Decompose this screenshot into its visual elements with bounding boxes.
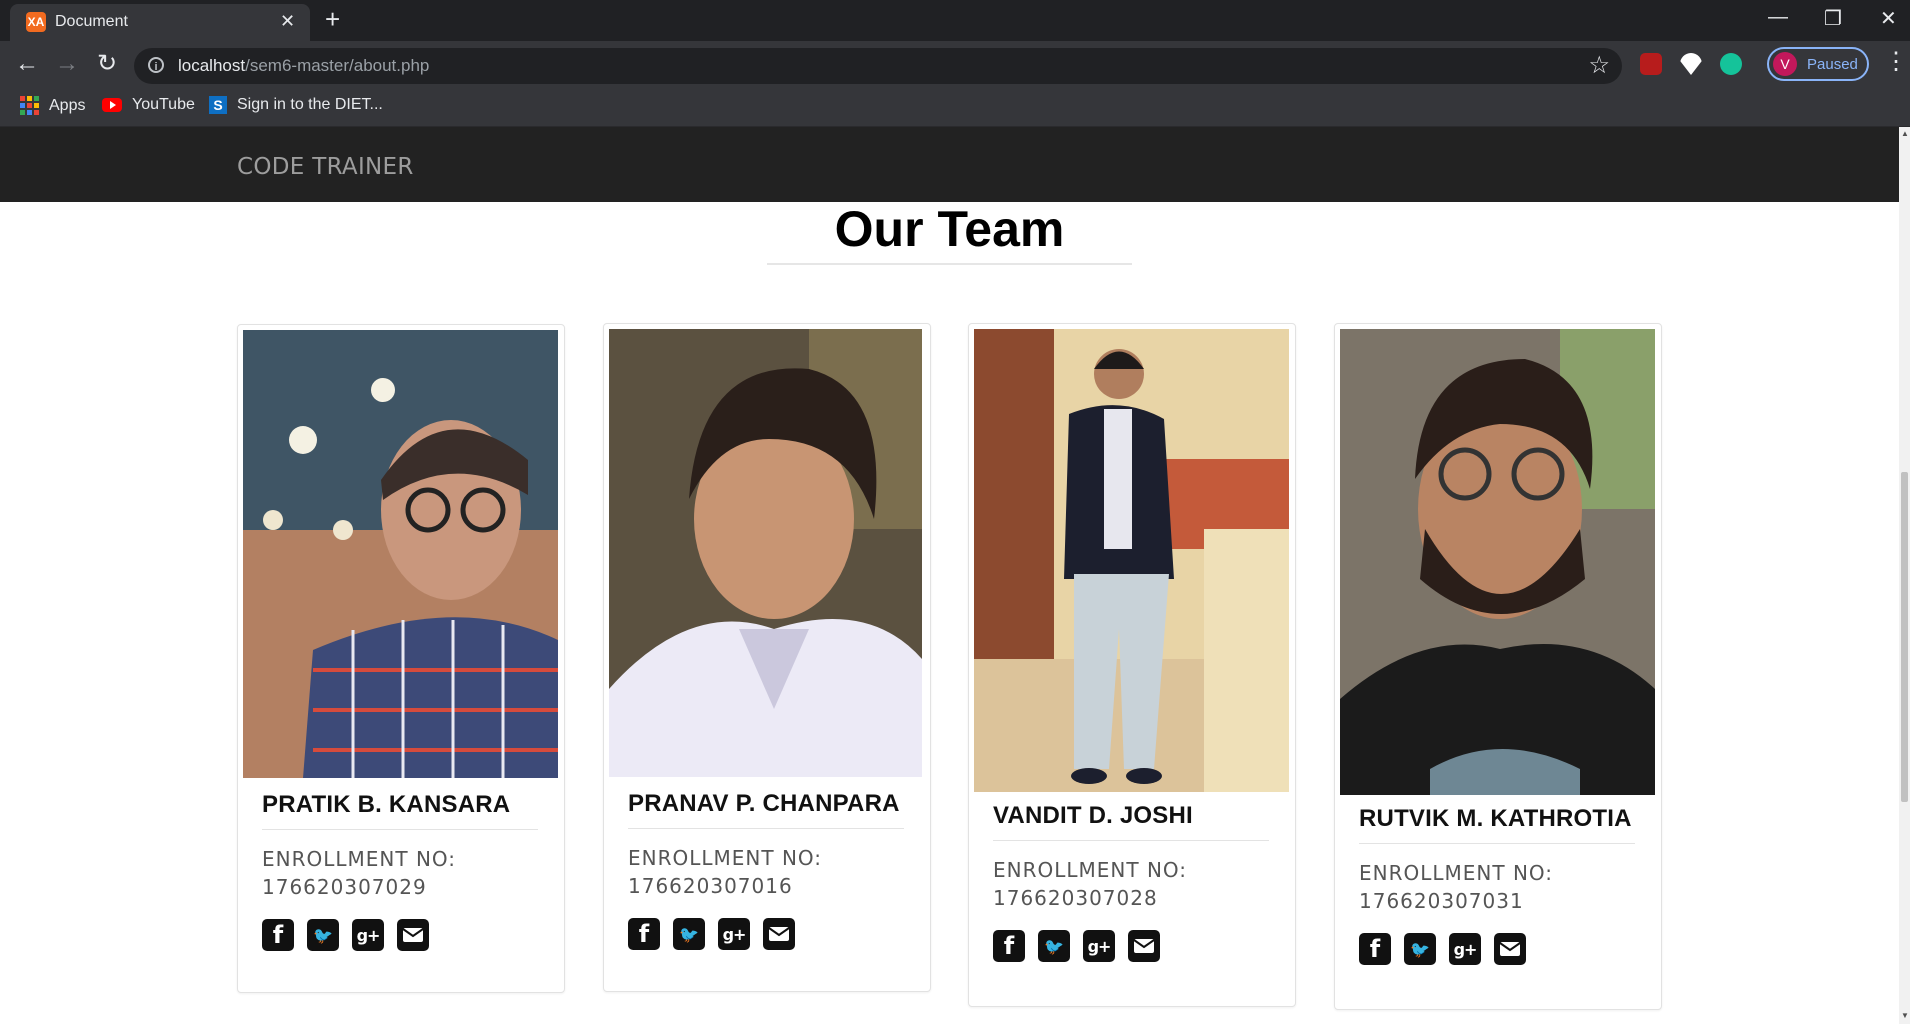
- browser-tab[interactable]: XA Document ✕: [10, 4, 310, 41]
- team-card: PRATIK B. KANSARA ENROLLMENT NO: 1766203…: [237, 324, 565, 993]
- minimize-icon[interactable]: —: [1768, 6, 1788, 29]
- tab-close-icon[interactable]: ✕: [280, 11, 295, 32]
- bookmark-apps[interactable]: Apps: [20, 96, 85, 115]
- team-card: RUTVIK M. KATHROTIA ENROLLMENT NO: 17662…: [1334, 323, 1662, 1010]
- enrollment-label: ENROLLMENT NO:: [1359, 861, 1554, 885]
- site-info-icon[interactable]: i: [148, 57, 164, 73]
- google-plus-icon[interactable]: g+: [352, 919, 384, 951]
- member-photo: [609, 329, 922, 777]
- scroll-up-icon[interactable]: ▲: [1901, 129, 1909, 138]
- email-icon[interactable]: [397, 919, 429, 951]
- card-divider: [993, 840, 1269, 841]
- new-tab-icon[interactable]: +: [325, 6, 340, 32]
- profile-button[interactable]: V Paused: [1767, 47, 1869, 81]
- twitter-icon[interactable]: 🐦: [673, 918, 705, 950]
- member-photo: [974, 329, 1289, 792]
- title-divider: [767, 263, 1132, 265]
- bookmark-label: Apps: [49, 96, 86, 114]
- url-text[interactable]: localhost/sem6-master/about.php: [178, 56, 429, 76]
- bookmark-diet-signin[interactable]: S Sign in to the DIET...: [209, 96, 383, 114]
- scroll-down-icon[interactable]: ▼: [1901, 1011, 1909, 1020]
- enrollment-number: 176620307029: [262, 875, 427, 899]
- twitter-icon[interactable]: 🐦: [1404, 933, 1436, 965]
- window-close-icon[interactable]: ✕: [1880, 6, 1897, 31]
- card-divider: [262, 829, 538, 830]
- google-plus-icon[interactable]: g+: [718, 918, 750, 950]
- bookmark-star-icon[interactable]: ☆: [1588, 51, 1610, 80]
- member-name: PRANAV P. CHANPARA: [628, 790, 900, 817]
- site-navbar: CODE TRAINER: [0, 127, 1899, 202]
- card-divider: [628, 828, 904, 829]
- facebook-icon[interactable]: f: [993, 930, 1025, 962]
- apps-grid-icon: [20, 96, 39, 115]
- member-photo: [1340, 329, 1655, 795]
- facebook-icon[interactable]: f: [1359, 933, 1391, 965]
- gem-extension-icon[interactable]: [1680, 53, 1702, 75]
- social-links: f 🐦 g+: [262, 919, 429, 951]
- member-name: RUTVIK M. KATHROTIA: [1359, 805, 1632, 832]
- address-bar[interactable]: i localhost/sem6-master/about.php ☆: [134, 48, 1622, 84]
- bookmark-label: Sign in to the DIET...: [237, 96, 383, 113]
- member-photo: [243, 330, 558, 778]
- enrollment-label: ENROLLMENT NO:: [262, 847, 457, 871]
- site-brand-link[interactable]: CODE TRAINER: [237, 154, 414, 180]
- restore-icon[interactable]: ❐: [1824, 6, 1842, 31]
- browser-menu-icon[interactable]: ⋮: [1884, 47, 1908, 76]
- facebook-icon[interactable]: f: [628, 918, 660, 950]
- xampp-favicon-icon: XA: [26, 12, 46, 32]
- page-viewport: CODE TRAINER Our Team PRATIK B. KANSARA …: [0, 127, 1910, 1024]
- enrollment-number: 176620307016: [628, 874, 793, 898]
- social-links: f 🐦 g+: [628, 918, 795, 950]
- card-divider: [1359, 843, 1635, 844]
- team-card: VANDIT D. JOSHI ENROLLMENT NO: 176620307…: [968, 323, 1296, 1007]
- enrollment-number: 176620307028: [993, 886, 1158, 910]
- browser-tabstrip: XA Document ✕ + — ❐ ✕: [0, 0, 1910, 41]
- google-plus-icon[interactable]: g+: [1083, 930, 1115, 962]
- email-icon[interactable]: [1494, 933, 1526, 965]
- youtube-icon: [102, 98, 122, 112]
- social-links: f 🐦 g+: [1359, 933, 1526, 965]
- enrollment-label: ENROLLMENT NO:: [628, 846, 823, 870]
- bookmark-label: YouTube: [132, 96, 195, 113]
- ublock-extension-icon[interactable]: [1640, 53, 1662, 75]
- reload-icon[interactable]: ↻: [92, 49, 122, 79]
- bookmark-youtube[interactable]: YouTube: [102, 96, 195, 114]
- page-scrollbar[interactable]: ▲ ▼: [1899, 127, 1910, 1024]
- tab-title: Document: [55, 13, 128, 30]
- avatar: V: [1773, 52, 1797, 76]
- email-icon[interactable]: [1128, 930, 1160, 962]
- social-links: f 🐦 g+: [993, 930, 1160, 962]
- member-name: VANDIT D. JOSHI: [993, 802, 1193, 829]
- bookmarks-bar: Apps YouTube S Sign in to the DIET...: [0, 88, 1910, 127]
- team-card: PRANAV P. CHANPARA ENROLLMENT NO: 176620…: [603, 323, 931, 992]
- grammarly-extension-icon[interactable]: [1720, 53, 1742, 75]
- facebook-icon[interactable]: f: [262, 919, 294, 951]
- page-title: Our Team: [834, 201, 1065, 257]
- enrollment-number: 176620307031: [1359, 889, 1524, 913]
- email-icon[interactable]: [763, 918, 795, 950]
- browser-toolbar: ← → ↻ i localhost/sem6-master/about.php …: [0, 41, 1910, 88]
- scrollbar-thumb[interactable]: [1901, 472, 1908, 802]
- enrollment-label: ENROLLMENT NO:: [993, 858, 1188, 882]
- forward-icon[interactable]: →: [52, 49, 82, 79]
- twitter-icon[interactable]: 🐦: [1038, 930, 1070, 962]
- twitter-icon[interactable]: 🐦: [307, 919, 339, 951]
- member-name: PRATIK B. KANSARA: [262, 791, 511, 818]
- google-plus-icon[interactable]: g+: [1449, 933, 1481, 965]
- back-icon[interactable]: ←: [12, 49, 42, 79]
- profile-status: Paused: [1807, 56, 1858, 73]
- sign-in-icon: S: [209, 96, 227, 114]
